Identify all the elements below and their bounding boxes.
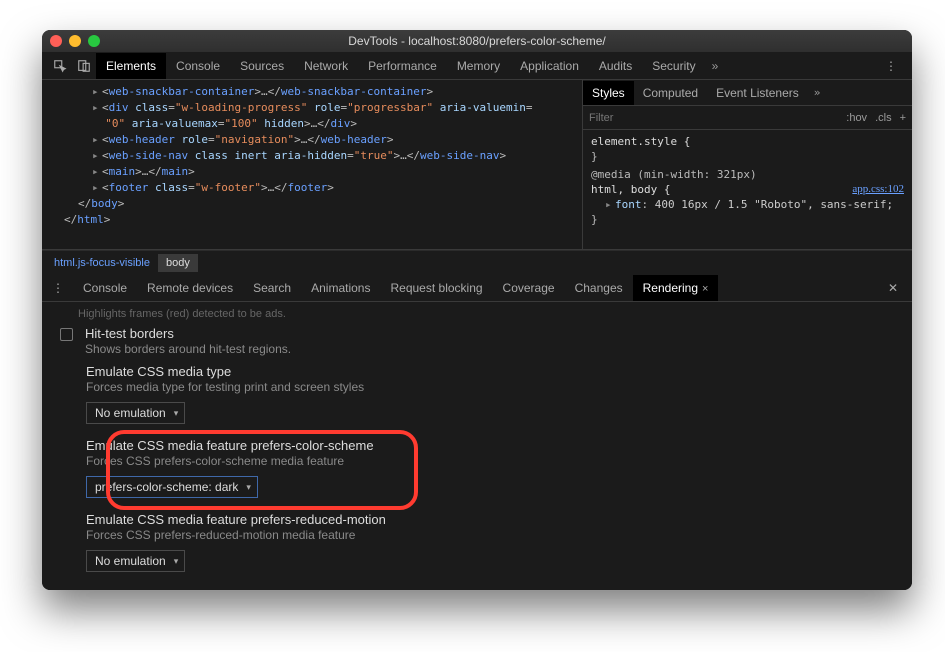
inspect-element-icon[interactable] (48, 56, 72, 76)
styles-tab-event-listeners[interactable]: Event Listeners (707, 81, 808, 105)
section-select[interactable]: No emulation ▾ (86, 550, 185, 572)
main-tab-performance[interactable]: Performance (358, 53, 447, 79)
styles-tabs: StylesComputedEvent Listeners » (583, 80, 912, 106)
main-tabs: ElementsConsoleSourcesNetworkPerformance… (42, 52, 912, 80)
main-tab-network[interactable]: Network (294, 53, 358, 79)
main-tab-security[interactable]: Security (642, 53, 705, 79)
css-prop-value: 400 16px / 1.5 "Roboto", sans-serif; (655, 198, 893, 211)
styles-tab-computed[interactable]: Computed (634, 81, 707, 105)
hit-test-borders-desc: Shows borders around hit-test regions. (85, 342, 291, 356)
styles-filter-input[interactable]: Filter (589, 112, 838, 124)
toggle-device-icon[interactable] (72, 56, 96, 76)
more-tabs-icon[interactable]: » (706, 59, 725, 73)
close-tab-icon[interactable]: × (702, 283, 708, 295)
section-title: Emulate CSS media type (86, 364, 894, 379)
styles-rules[interactable]: element.style { } @media (min-width: 321… (583, 130, 912, 231)
dom-breadcrumbs: html.js-focus-visiblebody (42, 250, 912, 274)
media-rule: @media (min-width: 321px) (591, 168, 757, 181)
main-tab-elements[interactable]: Elements (96, 53, 166, 79)
main-menu-kebab-icon[interactable]: ⋮ (877, 59, 906, 73)
styles-filter-row: Filter :hov .cls + (583, 106, 912, 130)
section-desc: Forces CSS prefers-reduced-motion media … (86, 528, 894, 542)
breadcrumb-item[interactable]: html.js-focus-visible (46, 254, 158, 272)
section-title: Emulate CSS media feature prefers-color-… (86, 438, 894, 453)
main-tab-console[interactable]: Console (166, 53, 230, 79)
section-desc: Forces media type for testing print and … (86, 380, 894, 394)
emulate-section: Emulate CSS media feature prefers-color-… (86, 438, 894, 498)
window-title: DevTools - localhost:8080/prefers-color-… (42, 34, 912, 48)
brace: } (591, 213, 598, 226)
select-value: No emulation (95, 554, 166, 568)
css-prop-name: font (615, 198, 642, 211)
drawer-menu-kebab-icon[interactable]: ⋮ (46, 281, 71, 295)
breadcrumb-item[interactable]: body (158, 254, 198, 272)
cls-toggle[interactable]: .cls (875, 112, 892, 124)
select-value: No emulation (95, 406, 166, 420)
drawer-tabs: ⋮ ConsoleRemote devicesSearchAnimationsR… (42, 274, 912, 302)
rendering-drawer: Highlights frames (red) detected to be a… (42, 302, 912, 590)
styles-more-tabs-icon[interactable]: » (808, 86, 827, 99)
main-tab-application[interactable]: Application (510, 53, 589, 79)
styles-tab-styles[interactable]: Styles (583, 81, 634, 105)
new-style-rule-button[interactable]: + (900, 112, 906, 124)
drawer-tab-coverage[interactable]: Coverage (493, 275, 565, 301)
drawer-tab-rendering[interactable]: Rendering× (633, 275, 719, 301)
drawer-tab-animations[interactable]: Animations (301, 275, 380, 301)
brace: } (591, 150, 598, 163)
section-select[interactable]: No emulation ▾ (86, 402, 185, 424)
elements-split: ▸<web-snackbar-container>…</web-snackbar… (42, 80, 912, 250)
hov-toggle[interactable]: :hov (846, 112, 867, 124)
dom-tree[interactable]: ▸<web-snackbar-container>…</web-snackbar… (42, 80, 582, 249)
chevron-down-icon: ▾ (174, 408, 179, 419)
styles-panel: StylesComputedEvent Listeners » Filter :… (582, 80, 912, 249)
section-select[interactable]: prefers-color-scheme: dark ▾ (86, 476, 258, 498)
select-value: prefers-color-scheme: dark (95, 480, 238, 494)
hit-test-borders-title: Hit-test borders (85, 326, 291, 341)
titlebar: DevTools - localhost:8080/prefers-color-… (42, 30, 912, 52)
drawer-tab-console[interactable]: Console (73, 275, 137, 301)
drawer-tab-request-blocking[interactable]: Request blocking (380, 275, 492, 301)
css-selector: html, body { (591, 183, 670, 196)
chevron-down-icon: ▾ (246, 482, 251, 493)
section-title: Emulate CSS media feature prefers-reduce… (86, 512, 894, 527)
faint-prev-desc: Highlights frames (red) detected to be a… (60, 308, 894, 320)
element-style-selector: element.style { (591, 135, 690, 148)
emulate-section: Emulate CSS media feature prefers-reduce… (86, 512, 894, 572)
hit-test-borders-row: Hit-test borders Shows borders around hi… (60, 326, 894, 356)
drawer-tab-changes[interactable]: Changes (565, 275, 633, 301)
main-tab-audits[interactable]: Audits (589, 53, 642, 79)
drawer-tab-remote-devices[interactable]: Remote devices (137, 275, 243, 301)
source-link[interactable]: app.css:102 (852, 182, 904, 197)
hit-test-borders-checkbox[interactable] (60, 328, 73, 341)
devtools-window: DevTools - localhost:8080/prefers-color-… (42, 30, 912, 590)
chevron-down-icon: ▾ (174, 556, 179, 567)
close-drawer-button[interactable]: ✕ (878, 281, 908, 295)
section-desc: Forces CSS prefers-color-scheme media fe… (86, 454, 894, 468)
main-tab-sources[interactable]: Sources (230, 53, 294, 79)
main-tab-memory[interactable]: Memory (447, 53, 510, 79)
drawer-tab-search[interactable]: Search (243, 275, 301, 301)
emulate-section: Emulate CSS media typeForces media type … (86, 364, 894, 424)
